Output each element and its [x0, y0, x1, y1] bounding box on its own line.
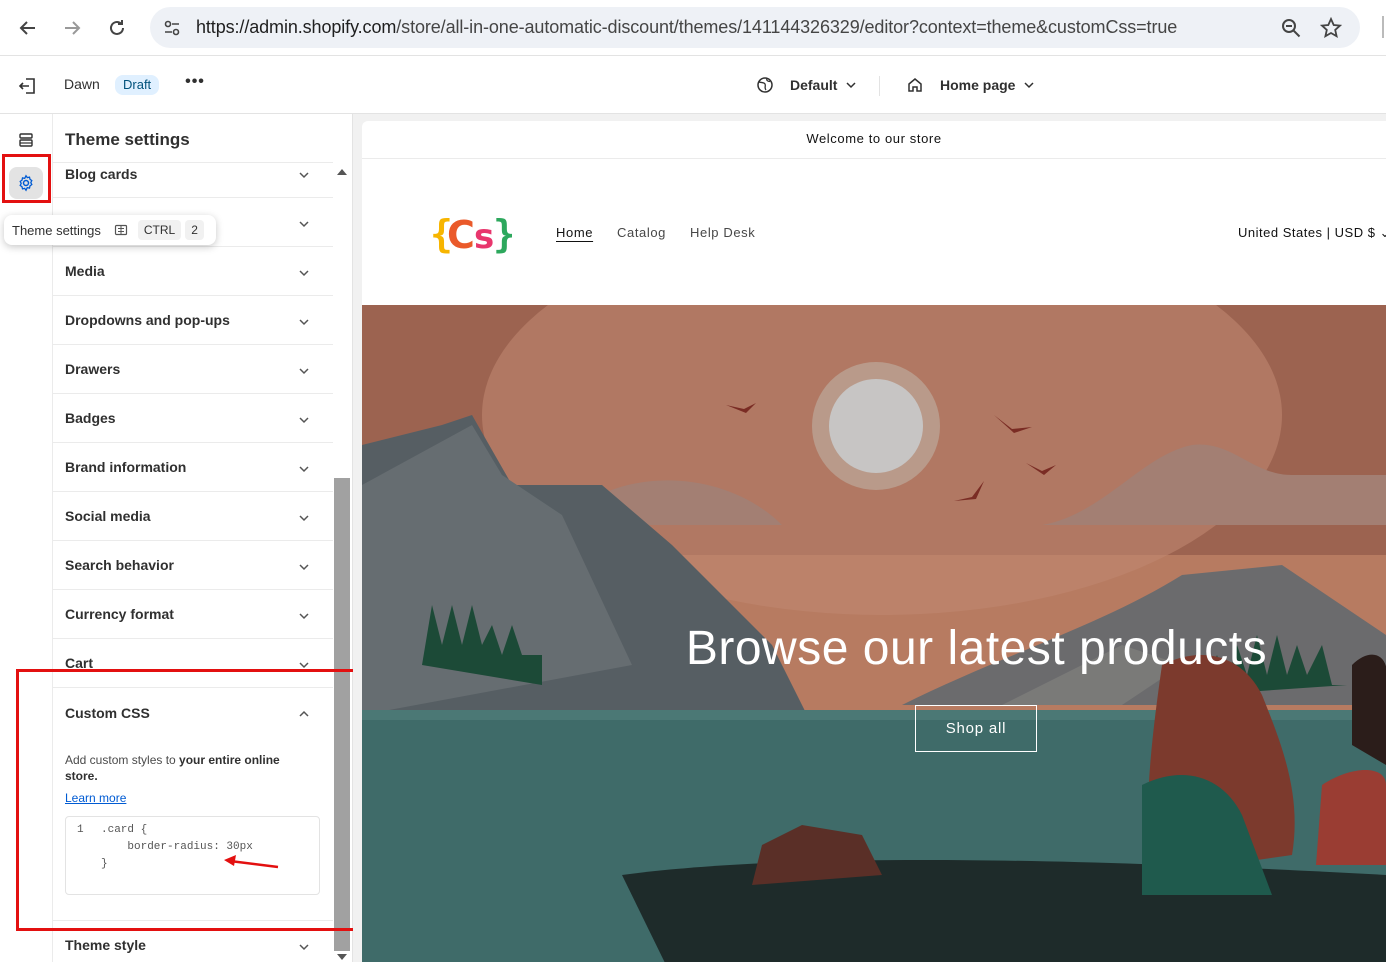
svg-text:C: C	[447, 213, 475, 257]
back-icon[interactable]	[12, 12, 44, 44]
home-icon	[908, 78, 922, 92]
accordion-badges[interactable]: Badges	[53, 394, 333, 443]
hero-heading: Browse our latest products	[685, 622, 1268, 675]
chevron-down-icon	[299, 172, 309, 179]
panel-title: Theme settings	[65, 130, 190, 149]
chevron-down-icon	[299, 564, 309, 571]
accordion-search-behavior[interactable]: Search behavior	[53, 541, 333, 590]
country-currency-selector[interactable]: United States | USD $ ⌄	[1238, 225, 1386, 241]
chevron-down-icon	[299, 270, 309, 277]
bookmark-star-icon[interactable]	[1320, 17, 1342, 39]
accordion-label: Drawers	[65, 361, 121, 377]
accordion-custom-css: Custom CSS Add custom styles to your ent…	[53, 688, 333, 921]
keyboard-icon	[114, 224, 127, 236]
accordion-label: Currency format	[65, 606, 174, 622]
accordion-brand-information[interactable]: Brand information	[53, 443, 333, 492]
globe-icon	[757, 77, 773, 93]
chevron-down-icon	[299, 417, 309, 424]
chevron-down-icon	[299, 613, 309, 620]
accordion-label: Brand information	[65, 459, 187, 475]
chevron-down-icon	[299, 662, 309, 669]
svg-text:s: s	[474, 217, 494, 257]
accordion-label: Media	[65, 263, 105, 279]
url-text[interactable]: https://admin.shopify.com/store/all-in-o…	[196, 17, 1177, 38]
accordion-label: Blog cards	[65, 166, 138, 182]
accordion-social-media[interactable]: Social media	[53, 492, 333, 541]
page-selector-label: Home page	[940, 77, 1016, 93]
accordion-media[interactable]: Media	[53, 247, 333, 296]
highlight-box	[2, 154, 51, 203]
code-line: .card {	[101, 824, 148, 836]
accordion-theme-style[interactable]: Theme style	[53, 921, 333, 962]
store-header: { C s } Home Catalog Help Desk United St…	[362, 159, 1386, 305]
forward-icon[interactable]	[56, 12, 88, 44]
chevron-down-icon	[299, 319, 309, 326]
chevron-down-icon	[299, 221, 309, 228]
site-info-icon[interactable]	[162, 18, 182, 38]
accordion-label: Dropdowns and pop-ups	[65, 312, 230, 328]
sections-icon[interactable]	[17, 131, 35, 149]
chevron-down-icon	[299, 515, 309, 522]
accordion-label: Cart	[65, 655, 94, 671]
device-selector[interactable]: Default	[756, 73, 857, 97]
accordion-dropdowns[interactable]: Dropdowns and pop-ups	[53, 296, 333, 345]
shortcut-key: CTRL	[137, 220, 182, 240]
chevron-down-icon	[299, 944, 309, 951]
accordion-currency-format[interactable]: Currency format	[53, 590, 333, 639]
accordion-blog-cards[interactable]: Blog cards	[53, 149, 333, 198]
chevron-down-icon	[1024, 82, 1034, 89]
annotation-arrow-icon	[224, 855, 279, 869]
svg-text:}: }	[493, 212, 512, 256]
window-edge	[1382, 16, 1384, 38]
accordion-label: Theme style	[65, 937, 146, 953]
accordion-label: Social media	[65, 508, 151, 524]
announcement-bar: Welcome to our store	[362, 121, 1386, 159]
editor-topbar: Dawn Draft ••• Default Home page	[0, 56, 1386, 114]
custom-css-description: Add custom styles to your entire online …	[65, 753, 280, 783]
accordion-label: Search behavior	[65, 557, 174, 573]
chevron-down-icon	[846, 82, 856, 89]
device-selector-label: Default	[790, 77, 838, 93]
shop-all-button[interactable]: Shop all	[915, 705, 1037, 752]
reload-icon[interactable]	[101, 12, 133, 44]
chevron-down-icon	[299, 466, 309, 473]
code-line: border-radius: 30px	[101, 841, 253, 853]
scrollbar-thumb[interactable]	[334, 478, 350, 951]
nav-link-help-desk[interactable]: Help Desk	[690, 225, 755, 240]
exit-icon[interactable]	[17, 75, 39, 97]
page-selector[interactable]: Home page	[906, 73, 1035, 97]
tooltip: Theme settings CTRL 2	[4, 215, 216, 245]
browser-toolbar: https://admin.shopify.com/store/all-in-o…	[0, 0, 1386, 56]
nav-link-home[interactable]: Home	[556, 225, 593, 240]
accordion-drawers[interactable]: Drawers	[53, 345, 333, 394]
address-bar[interactable]: https://admin.shopify.com/store/all-in-o…	[150, 7, 1360, 48]
code-line: }	[101, 858, 108, 870]
store-logo[interactable]: { C s }	[430, 207, 512, 259]
scroll-down-arrow-icon[interactable]	[337, 954, 347, 960]
learn-more-link[interactable]: Learn more	[65, 791, 126, 805]
shortcut-key: 2	[185, 220, 204, 240]
draft-badge: Draft	[115, 75, 160, 95]
theme-name: Dawn	[64, 76, 100, 92]
chevron-up-icon[interactable]	[297, 707, 311, 721]
more-actions-button[interactable]: •••	[183, 74, 207, 96]
zoom-icon[interactable]	[1280, 17, 1302, 39]
accordion-cart[interactable]: Cart	[53, 639, 333, 688]
accordion-label[interactable]: Custom CSS	[65, 705, 150, 721]
tooltip-label: Theme settings	[12, 222, 101, 238]
store-preview: Welcome to our store { C s } Home Catalo…	[362, 121, 1386, 962]
accordion-label: Badges	[65, 410, 116, 426]
chevron-down-icon	[299, 368, 309, 375]
scroll-up-arrow-icon[interactable]	[337, 169, 347, 175]
line-number: 1	[77, 824, 84, 836]
nav-link-catalog[interactable]: Catalog	[617, 225, 666, 240]
divider	[879, 76, 880, 96]
